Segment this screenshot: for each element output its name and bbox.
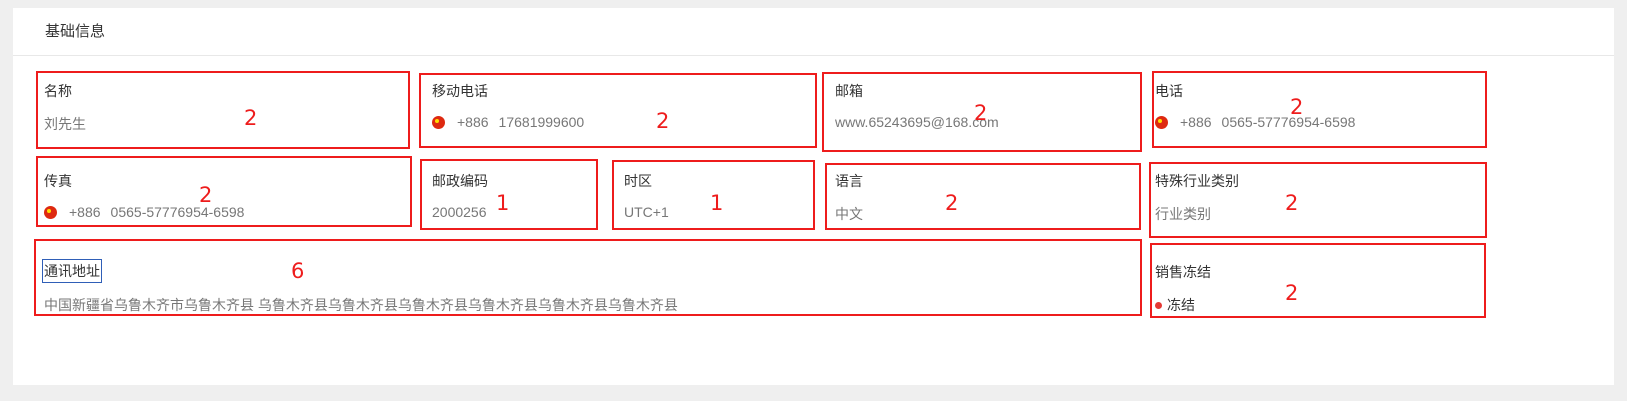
mobile-country-code: +886 [457,114,489,130]
phone-label: 电话 [1155,83,1183,99]
language-value: 中文 [835,206,863,222]
sales-freeze-annotation: 2 [1285,281,1299,305]
phone-value: +886 0565-57776954-6598 [1155,114,1355,130]
sales-freeze-text: 冻结 [1167,297,1195,313]
mobile-label: 移动电话 [432,83,488,99]
phone-number: 0565-57776954-6598 [1221,114,1356,130]
mobile-value: +886 17681999600 [432,114,584,130]
fax-country-code: +886 [69,204,101,220]
industry-annotation: 2 [1285,191,1299,215]
section-title: 基础信息 [45,23,106,40]
address-value: 中国新疆省乌鲁木齐市乌鲁木齐县 乌鲁木齐县乌鲁木齐县乌鲁木齐县乌鲁木齐县乌鲁木齐… [44,297,678,313]
status-dot-icon [1155,301,1162,309]
postal-value: 2000256 [432,204,487,220]
card-header: 基础信息 [13,8,1614,56]
industry-value: 行业类别 [1155,206,1211,222]
field-language [825,163,1141,230]
language-annotation: 2 [945,191,959,215]
postal-label: 邮政编码 [432,173,488,189]
field-name [36,71,410,149]
name-annotation: 2 [244,106,258,130]
china-flag-icon [432,115,445,129]
sales-freeze-value: 冻结 [1155,295,1195,315]
sales-freeze-label: 销售冻结 [1155,264,1211,280]
email-label: 邮箱 [835,83,863,99]
name-label: 名称 [44,83,72,99]
industry-label: 特殊行业类别 [1155,173,1239,189]
postal-annotation: 1 [496,191,510,215]
language-label: 语言 [835,173,863,189]
mobile-annotation: 2 [656,109,670,133]
fax-number: 0565-57776954-6598 [110,204,245,220]
timezone-label: 时区 [624,173,652,189]
field-phone [1152,71,1487,148]
fax-label: 传真 [44,173,72,189]
name-value: 刘先生 [44,116,86,132]
fax-value: +886 0565-57776954-6598 [44,204,244,220]
timezone-value: UTC+1 [624,204,669,220]
email-annotation: 2 [974,101,988,125]
phone-annotation: 2 [1290,95,1304,119]
timezone-annotation: 1 [710,191,724,215]
address-annotation: 6 [291,259,305,283]
china-flag-icon [1155,115,1168,129]
address-label: 通讯地址 [42,259,102,283]
fax-annotation: 2 [199,183,213,207]
mobile-number: 17681999600 [498,114,585,130]
phone-country-code: +886 [1180,114,1212,130]
china-flag-icon [44,205,57,219]
